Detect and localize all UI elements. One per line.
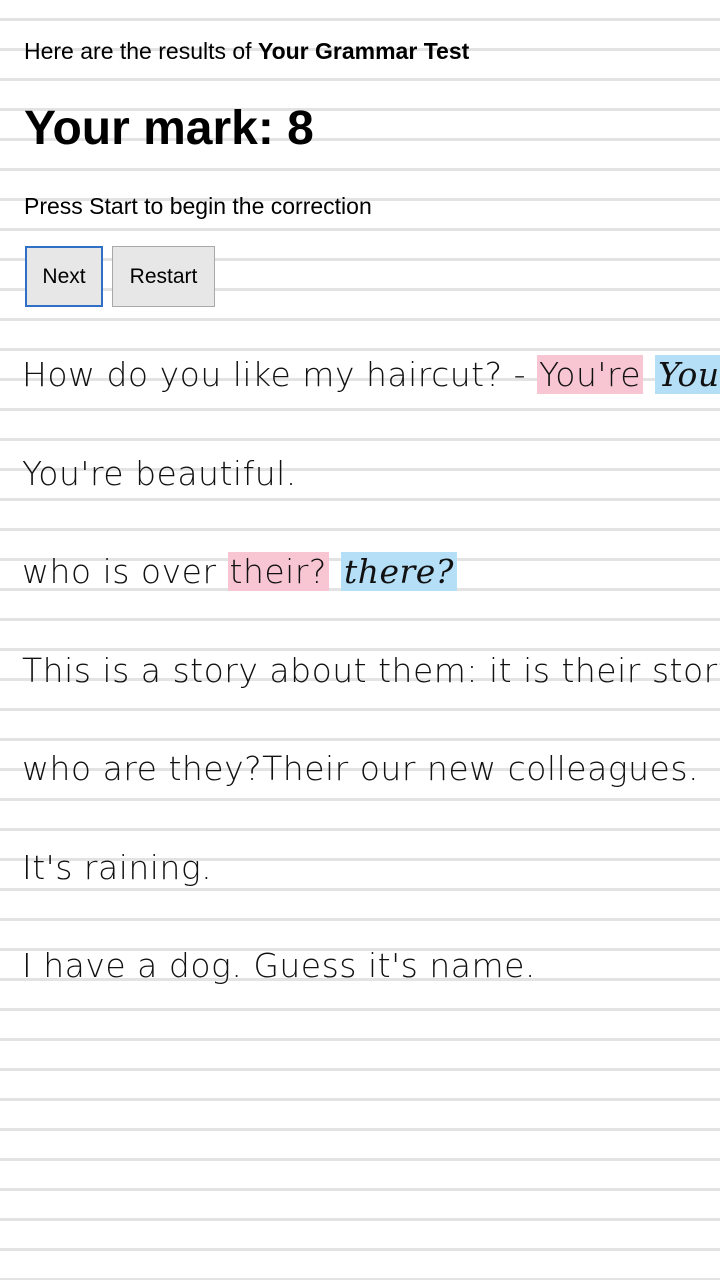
wrong-word[interactable]: You're [537,355,644,394]
mark-heading: Your mark: 8 [24,102,314,155]
sentence-2: You're beautiful. [22,443,720,542]
sentence-list: How do you like my haircut? - You're Your… [22,344,720,1034]
sentence-text[interactable]: It's raining. [22,848,212,887]
correction-word: there? [340,552,457,591]
intro-prefix: Here are the results of [24,38,258,64]
results-intro: Here are the results of Your Grammar Tes… [24,36,469,66]
instruction-text: Press Start to begin the correction [24,193,372,219]
sentence-text[interactable]: This is a story about them: it is their … [22,651,720,690]
restart-button[interactable]: Restart [112,246,215,307]
sentence-6: It's raining. [22,837,720,936]
sentence-text: who is over [22,552,228,591]
next-button[interactable]: Next [25,246,103,307]
correction-word: Your [655,355,720,394]
sentence-5: who are they?Their our new colleagues. [22,738,720,837]
sentence-text[interactable]: who are they?Their our new colleagues. [22,749,699,788]
sentence-text[interactable]: I have a dog. Guess it's name. [22,946,536,985]
sentence-7: I have a dog. Guess it's name. [22,935,720,1034]
test-name: Your Grammar Test [257,38,470,64]
sentence-text[interactable]: You're beautiful. [22,454,297,493]
sentence-1: How do you like my haircut? - You're Your [22,344,720,443]
sentence-3: who is over their? there? [22,541,720,640]
wrong-word[interactable]: their? [227,552,329,591]
sentence-4: This is a story about them: it is their … [22,640,720,739]
sentence-text: How do you like my haircut? - [22,355,538,394]
